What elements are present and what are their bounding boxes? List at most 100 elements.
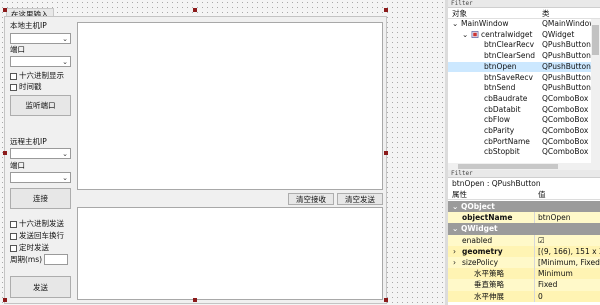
column-divider — [534, 290, 535, 302]
object-name: btnSend — [484, 83, 516, 93]
property-row[interactable]: › sizePolicy [Minimum, Fixed, 0... — [448, 257, 600, 269]
property-context-row: btnOpen : QPushButton — [448, 178, 600, 190]
remote-port-combo[interactable]: ⌄ — [10, 172, 71, 183]
scrollbar-thumb[interactable] — [458, 164, 558, 169]
property-value[interactable]: Fixed — [538, 279, 557, 290]
selection-handle[interactable] — [3, 8, 7, 12]
property-section-name: QWidget — [461, 224, 498, 234]
object-class: QPushButton — [542, 40, 591, 50]
collapse-arrow-icon[interactable]: ⌄ — [452, 201, 458, 212]
property-value[interactable]: Minimum — [538, 268, 573, 279]
local-host-ip-combo[interactable]: ⌄ — [10, 33, 71, 44]
property-editor: btnOpen : QPushButton 属性 值 ⌄ QObject objec… — [448, 178, 600, 305]
object-tree-item[interactable]: btnSend QPushButton — [448, 83, 600, 94]
object-class: QWidget — [542, 29, 575, 39]
timestamp-checkbox[interactable]: 时间戳 — [10, 82, 42, 92]
property-section-header[interactable]: ⌄ QObject — [448, 201, 600, 213]
object-class: QPushButton — [542, 83, 591, 93]
expand-arrow-icon[interactable]: ⌄ — [452, 19, 458, 30]
designer-canvas[interactable]: 在这里输入 本地主机IP ⌄ 端口 ⌄ 十六进制显示 时间戳 监听端口 远程主机… — [0, 0, 445, 305]
chevron-down-icon: ⌄ — [62, 58, 68, 66]
receive-textarea[interactable] — [77, 22, 383, 190]
property-row[interactable]: 水平策略 Minimum — [448, 268, 600, 280]
send-button[interactable]: 发送 — [10, 276, 71, 298]
column-divider — [534, 279, 535, 291]
object-tree-item[interactable]: cbParity QComboBox — [448, 126, 600, 137]
period-input[interactable] — [44, 254, 68, 265]
object-tree-item[interactable]: btnSaveRecv QPushButton — [448, 73, 600, 84]
object-tree-item[interactable]: btnClearRecv QPushButton — [448, 40, 600, 51]
selection-handle[interactable] — [384, 8, 388, 12]
object-tree-item[interactable]: btnOpen QPushButton — [448, 61, 600, 73]
object-class: QComboBox — [542, 126, 589, 135]
property-section-header[interactable]: ⌄ QWidget — [448, 223, 600, 235]
property-value[interactable]: btnOpen — [538, 212, 571, 223]
column-header-value: 值 — [538, 190, 546, 199]
property-name: geometry — [462, 246, 503, 256]
property-value[interactable]: ☑ — [538, 235, 545, 246]
expand-arrow-icon[interactable]: › — [453, 257, 456, 268]
collapse-arrow-icon[interactable]: ⌄ — [452, 223, 458, 234]
object-class: QComboBox — [542, 136, 589, 146]
listen-port-button[interactable]: 监听端口 — [10, 95, 71, 116]
object-class: QPushButton — [542, 51, 591, 61]
selection-handle[interactable] — [193, 8, 197, 12]
main-window-form[interactable]: 本地主机IP ⌄ 端口 ⌄ 十六进制显示 时间戳 监听端口 远程主机IP ⌄ 端… — [4, 16, 387, 304]
remote-host-ip-label: 远程主机IP — [10, 137, 47, 146]
selection-handle[interactable] — [3, 151, 7, 155]
selection-handle[interactable] — [384, 298, 388, 302]
local-port-combo[interactable]: ⌄ — [10, 56, 71, 67]
property-value[interactable]: [(9, 166), 151 x 39] — [538, 246, 600, 257]
hex-display-checkbox[interactable]: 十六进制显示 — [10, 71, 64, 81]
property-row[interactable]: 水平伸展 0 — [448, 290, 600, 302]
property-row[interactable]: 垂直策略 Fixed — [448, 279, 600, 291]
checkbox-box — [10, 83, 17, 91]
column-divider — [534, 268, 535, 280]
property-filter-bar[interactable]: Filter — [448, 170, 600, 178]
column-divider — [534, 212, 535, 224]
column-header-property: 属性 — [452, 190, 467, 199]
checkbox-box — [10, 232, 17, 240]
object-filter-bar[interactable]: Filter — [448, 0, 600, 8]
property-name: 水平策略 — [474, 269, 504, 279]
connect-button[interactable]: 连接 — [10, 188, 71, 209]
object-tree-item[interactable]: cbPortName QComboBox — [448, 137, 600, 148]
clear-send-button[interactable]: 清空发送 — [337, 193, 383, 205]
selection-handle[interactable] — [384, 151, 388, 155]
scrollbar-thumb[interactable] — [592, 25, 599, 55]
object-name: cbFlow — [484, 115, 511, 125]
send-newline-checkbox[interactable]: 发送回车换行 — [10, 231, 64, 241]
horizontal-scrollbar[interactable] — [448, 163, 591, 170]
property-value[interactable]: [Minimum, Fixed, 0... — [538, 257, 600, 268]
property-row[interactable]: objectName btnOpen — [448, 212, 600, 224]
object-name: cbDatabit — [484, 104, 521, 114]
expand-arrow-icon[interactable]: ⌄ — [462, 30, 468, 41]
object-name: cbPortName — [484, 136, 530, 146]
object-name: btnClearRecv — [484, 40, 535, 50]
object-inspector: 对象 类 ⌄ MainWindow QMainWindow ⌄ centralwidge… — [448, 8, 600, 170]
timed-send-checkbox[interactable]: 定时发送 — [10, 243, 49, 253]
property-row[interactable]: › geometry [(9, 166), 151 x 39] — [448, 245, 600, 257]
object-class: QComboBox — [542, 93, 589, 103]
object-tree-item[interactable]: btnClearSend QPushButton — [448, 51, 600, 62]
vertical-scrollbar[interactable] — [591, 19, 600, 170]
selection-handle[interactable] — [3, 298, 7, 302]
checkbox-box — [10, 72, 17, 80]
property-value[interactable]: 0 — [538, 291, 543, 302]
object-tree-item[interactable]: cbFlow QComboBox — [448, 115, 600, 126]
remote-host-ip-combo[interactable]: ⌄ — [10, 148, 71, 159]
object-tree-item[interactable]: cbDatabit QComboBox — [448, 105, 600, 116]
object-tree-item[interactable]: ⌄ MainWindow QMainWindow — [448, 19, 600, 30]
object-name: btnSaveRecv — [484, 72, 533, 82]
hex-send-checkbox[interactable]: 十六进制发送 — [10, 219, 64, 229]
object-name: btnClearSend — [484, 51, 535, 61]
selection-handle[interactable] — [193, 298, 197, 302]
object-tree-item[interactable]: ⌄ centralwidget QWidget — [448, 30, 600, 41]
property-row[interactable]: enabled ☑ — [448, 234, 600, 246]
object-tree-item[interactable]: cbBaudrate QComboBox — [448, 94, 600, 105]
object-tree-item[interactable]: cbStopbit QComboBox — [448, 147, 600, 158]
expand-arrow-icon[interactable]: › — [453, 246, 456, 257]
clear-receive-button[interactable]: 清空接收 — [288, 193, 334, 205]
property-section-name: QObject — [461, 202, 495, 211]
send-textarea[interactable] — [77, 207, 383, 300]
